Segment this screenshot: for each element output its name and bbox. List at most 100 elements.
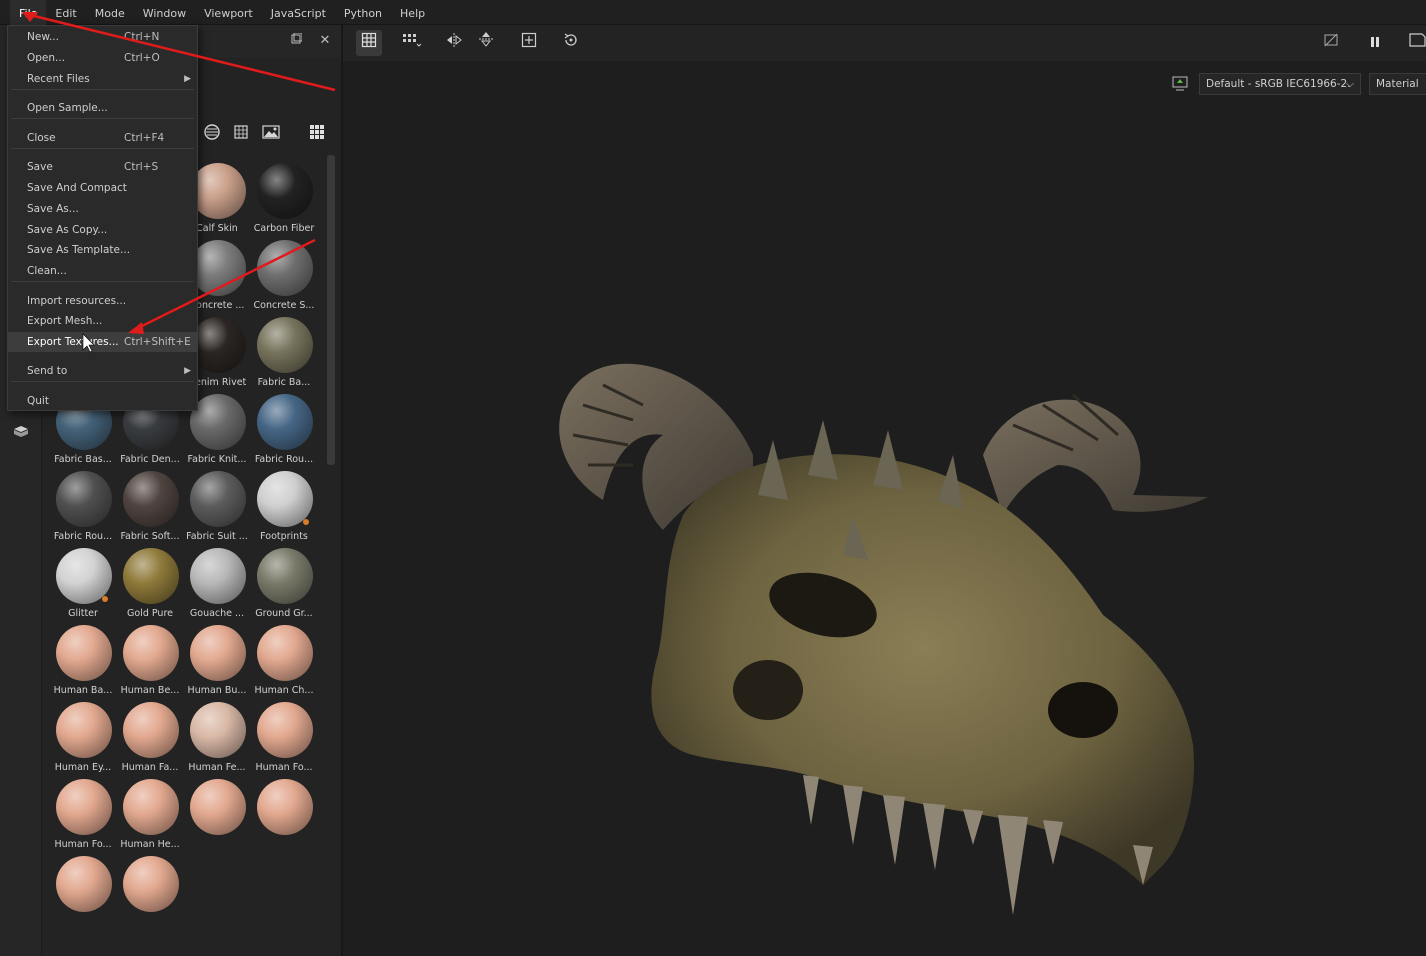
- menu-mode[interactable]: Mode: [86, 0, 134, 25]
- menu-item-send-to[interactable]: Send to ▶: [8, 361, 197, 381]
- submenu-arrow-icon: ▶: [184, 366, 191, 376]
- material-thumbnail[interactable]: Human Be...: [117, 623, 183, 698]
- material-label: Human Bu...: [187, 685, 247, 696]
- animated-badge-icon: [102, 596, 108, 602]
- menu-python[interactable]: Python: [335, 0, 391, 25]
- material-label: Footprints: [260, 531, 308, 542]
- menu-item-label: Save: [27, 161, 53, 173]
- material-thumbnail[interactable]: Glitter: [50, 546, 116, 621]
- file-menu-dropdown: New... Ctrl+N Open... Ctrl+O Recent Files ▶ Op…: [7, 25, 198, 411]
- display-settings-icon[interactable]: [1171, 74, 1191, 94]
- menu-item-import-resources[interactable]: Import resources...: [8, 291, 197, 311]
- colorspace-dropdown[interactable]: Default - sRGB IEC61966-2. ⌵: [1199, 73, 1361, 95]
- material-preview-sphere: [190, 702, 246, 758]
- material-thumbnail[interactable]: Concrete S...: [251, 238, 317, 313]
- menu-item-label: Quit: [27, 395, 49, 407]
- hide-overlay-icon[interactable]: [1318, 30, 1344, 56]
- reset-camera-icon[interactable]: [558, 30, 584, 56]
- material-thumbnail[interactable]: [50, 854, 116, 929]
- frame-icon[interactable]: [516, 30, 542, 56]
- material-thumbnail[interactable]: [117, 854, 183, 929]
- pause-icon[interactable]: [1362, 30, 1388, 56]
- menu-javascript[interactable]: JavaScript: [262, 0, 335, 25]
- material-preview-sphere: [190, 625, 246, 681]
- mirror-y-icon[interactable]: [473, 30, 499, 56]
- material-label: Human Ey...: [54, 762, 112, 773]
- mirror-x-icon[interactable]: [441, 30, 467, 56]
- material-thumbnail[interactable]: Human Ey...: [50, 700, 116, 775]
- menu-separator: [11, 381, 194, 382]
- menu-item-save[interactable]: Save Ctrl+S: [8, 157, 197, 177]
- material-thumbnail[interactable]: [184, 777, 250, 852]
- menu-item-clean[interactable]: Clean...: [8, 261, 197, 281]
- viewport-3d[interactable]: Default - sRGB IEC61966-2. ⌵ Material: [343, 25, 1426, 956]
- material-thumbnail[interactable]: Fabric Rou...: [251, 392, 317, 467]
- material-preview-sphere: [123, 548, 179, 604]
- menu-item-shortcut: Ctrl+N: [124, 31, 160, 43]
- material-thumbnail[interactable]: Gold Pure: [117, 546, 183, 621]
- material-thumbnail[interactable]: Fabric Suit ...: [184, 469, 250, 544]
- menu-edit[interactable]: Edit: [46, 0, 85, 25]
- menu-item-new[interactable]: New... Ctrl+N: [8, 27, 197, 47]
- 3d-object-icon[interactable]: [12, 425, 30, 439]
- material-thumbnail[interactable]: Fabric Soft...: [117, 469, 183, 544]
- menu-item-save-as-copy[interactable]: Save As Copy...: [8, 220, 197, 240]
- menu-item-label: Export Textures...: [27, 336, 119, 348]
- grid-view-icon[interactable]: [356, 30, 382, 56]
- menu-item-save-as-template[interactable]: Save As Template...: [8, 240, 197, 260]
- material-thumbnail[interactable]: Gouache ...: [184, 546, 250, 621]
- menu-separator: [11, 281, 194, 282]
- material-preview-sphere: [190, 548, 246, 604]
- material-label: Carbon Fiber: [253, 223, 315, 234]
- material-thumbnail[interactable]: Carbon Fiber: [251, 161, 317, 236]
- material-thumbnail[interactable]: Ground Gr...: [251, 546, 317, 621]
- material-thumbnail[interactable]: Human Fa...: [117, 700, 183, 775]
- menu-item-shortcut: Ctrl+O: [124, 52, 160, 64]
- menu-separator: [11, 89, 194, 90]
- material-thumbnail[interactable]: Human Fe...: [184, 700, 250, 775]
- menu-item-export-textures[interactable]: Export Textures... Ctrl+Shift+E: [8, 332, 197, 352]
- menu-help[interactable]: Help: [391, 0, 434, 25]
- material-label: Human He...: [120, 839, 180, 850]
- menu-item-open-sample[interactable]: Open Sample...: [8, 98, 197, 118]
- material-preview-sphere: [123, 779, 179, 835]
- material-label: Ground Gr...: [255, 608, 313, 619]
- material-thumbnail[interactable]: Human Ch...: [251, 623, 317, 698]
- grid-options-icon[interactable]: [399, 30, 425, 56]
- menu-item-label: Save As Template...: [27, 244, 131, 256]
- material-label: Fabric Den...: [120, 454, 180, 465]
- menu-separator: [11, 148, 194, 149]
- material-label: Fabric Rou...: [254, 454, 314, 465]
- material-thumbnail[interactable]: Human Ba...: [50, 623, 116, 698]
- material-label: Gouache ...: [189, 608, 245, 619]
- menu-file[interactable]: File: [10, 0, 47, 25]
- display-mode-dropdown[interactable]: Material: [1369, 73, 1426, 95]
- material-thumbnail[interactable]: Human Fo...: [50, 777, 116, 852]
- menu-item-export-mesh[interactable]: Export Mesh...: [8, 311, 197, 331]
- material-thumbnail[interactable]: Human Bu...: [184, 623, 250, 698]
- material-thumbnail[interactable]: Footprints: [251, 469, 317, 544]
- material-label: Human Fo...: [54, 839, 112, 850]
- menu-item-recent-files[interactable]: Recent Files ▶: [8, 69, 197, 89]
- menu-window[interactable]: Window: [134, 0, 195, 25]
- menu-item-shortcut: Ctrl+F4: [124, 132, 165, 144]
- material-thumbnail[interactable]: Fabric Ba...: [251, 315, 317, 390]
- material-preview-sphere: [56, 625, 112, 681]
- material-thumbnail[interactable]: Human Fo...: [251, 700, 317, 775]
- menu-item-quit[interactable]: Quit: [8, 391, 197, 411]
- menu-item-save-as[interactable]: Save As...: [8, 199, 197, 219]
- shelf-scrollbar[interactable]: [327, 155, 335, 465]
- menu-viewport[interactable]: Viewport: [195, 0, 262, 25]
- menu-item-label: Open Sample...: [27, 102, 108, 114]
- submenu-arrow-icon: ▶: [184, 74, 191, 84]
- material-thumbnail[interactable]: Human He...: [117, 777, 183, 852]
- material-thumbnail[interactable]: [251, 777, 317, 852]
- menubar: File Edit Mode Window Viewport JavaScript Pyth…: [0, 0, 1426, 25]
- menu-item-shortcut: Ctrl+S: [124, 161, 159, 173]
- camera-frame-icon[interactable]: [1404, 30, 1426, 56]
- material-label: Human Ba...: [53, 685, 113, 696]
- menu-item-close[interactable]: Close Ctrl+F4: [8, 128, 197, 148]
- material-thumbnail[interactable]: Fabric Rou...: [50, 469, 116, 544]
- menu-item-save-and-compact[interactable]: Save And Compact: [8, 178, 197, 198]
- menu-item-open[interactable]: Open... Ctrl+O: [8, 48, 197, 68]
